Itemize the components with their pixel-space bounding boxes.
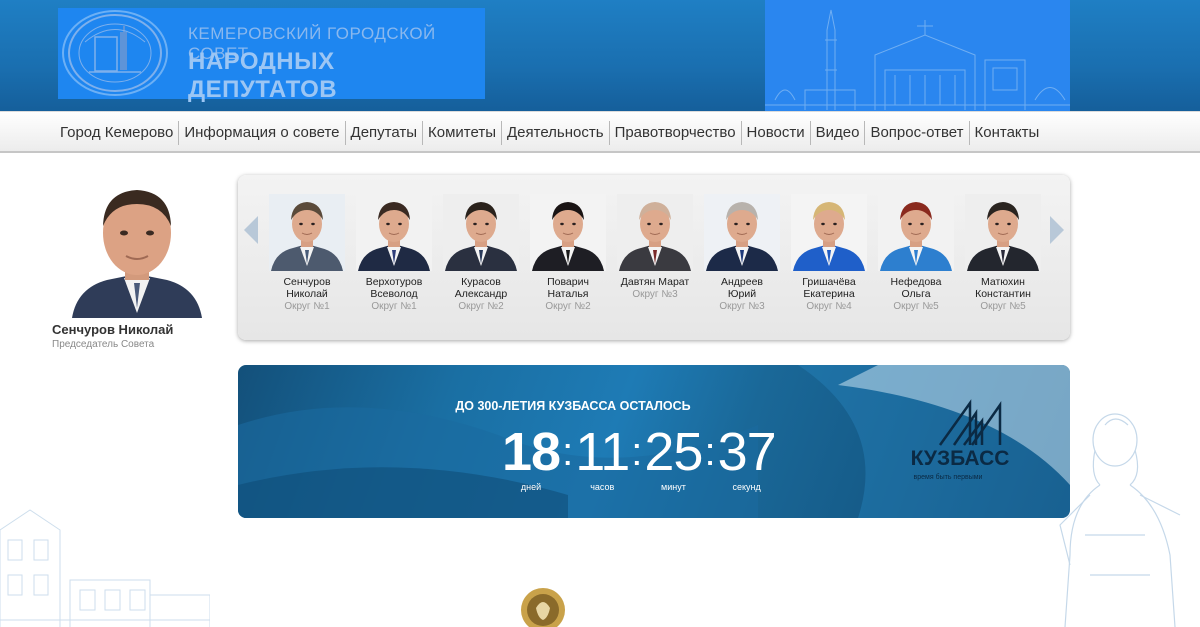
deputy-surname[interactable]: Гришачёва <box>788 276 870 288</box>
deputy-district: Округ №1 <box>284 301 330 312</box>
deputy-surname[interactable]: Андреев <box>701 276 783 288</box>
deputy-surname[interactable]: Верхотуров <box>353 276 435 288</box>
countdown-days-label: дней <box>520 482 542 492</box>
chairman-photo[interactable] <box>62 178 212 318</box>
site-header: КЕМЕРОВСКИЙ ГОРОДСКОЙ СОВЕТ НАРОДНЫХ ДЕП… <box>0 0 1200 111</box>
countdown-seconds-label: секунд <box>732 482 761 492</box>
countdown-separator: : <box>562 430 574 474</box>
countdown-minutes-value: 25 <box>644 422 703 482</box>
nav-item-about-council[interactable]: Информация о совете <box>178 121 344 145</box>
countdown-timer: 18 дней : 11 часов : 25 минут : 37 секун… <box>502 422 777 492</box>
deputy-card[interactable]: Сенчуров Николай Округ №1 <box>266 194 348 313</box>
nav-item-lawmaking[interactable]: Правотворчество <box>608 121 741 145</box>
monument-illustration <box>1059 413 1181 627</box>
deputy-district: Округ №5 <box>980 301 1026 312</box>
countdown-hours-label: часов <box>590 482 615 492</box>
council-title-line2: НАРОДНЫХ ДЕПУТАТОВ <box>188 48 338 103</box>
deputy-card[interactable]: Гришачёва Екатерина Округ №4 <box>788 194 870 313</box>
deputy-photo[interactable] <box>965 194 1041 271</box>
countdown-days: 18 дней <box>502 422 561 492</box>
site-logo[interactable]: КЕМЕРОВСКИЙ ГОРОДСКОЙ СОВЕТ НАРОДНЫХ ДЕП… <box>58 8 485 103</box>
deputy-photo[interactable] <box>878 194 954 271</box>
deputy-district: Округ №3 <box>719 301 765 312</box>
deputy-photo[interactable] <box>791 194 867 271</box>
deputy-district: Округ №5 <box>893 301 939 312</box>
countdown-minutes: 25 минут <box>644 422 703 492</box>
nav-item-contacts[interactable]: Контакты <box>968 121 1045 145</box>
deputy-surname[interactable]: Матюхин <box>962 276 1044 288</box>
deputy-photo[interactable] <box>269 194 345 271</box>
deputy-card[interactable]: Андреев Юрий Округ №3 <box>701 194 783 313</box>
kuzbass-brand: КУЗБАСС <box>911 447 1010 470</box>
deputy-firstname[interactable]: Юрий <box>701 288 783 300</box>
nav-item-activity[interactable]: Деятельность <box>501 121 609 145</box>
deputy-district: Округ №4 <box>806 301 852 312</box>
countdown-days-value: 18 <box>502 422 561 482</box>
deputy-card[interactable]: Давтян Марат Округ №3 <box>614 194 696 301</box>
nav-item-committees[interactable]: Комитеты <box>422 121 501 145</box>
city-buildings-illustration <box>0 509 210 627</box>
deputy-photo[interactable] <box>356 194 432 271</box>
deputy-district: Округ №1 <box>371 301 417 312</box>
deputy-card[interactable]: Нефедова Ольга Округ №5 <box>875 194 957 313</box>
kuzbass-slogan: время быть первыми <box>914 473 983 481</box>
deputy-firstname[interactable]: Николай <box>266 288 348 300</box>
countdown-separator: : <box>704 430 716 474</box>
chairman-name[interactable]: Сенчуров Николай <box>52 322 212 337</box>
deputy-surname[interactable]: Сенчуров <box>266 276 348 288</box>
chairman-role: Председатель Совета <box>52 339 155 350</box>
deputy-card[interactable]: Поварич Наталья Округ №2 <box>527 194 609 313</box>
coat-of-arms-icon <box>521 588 565 627</box>
main-navigation: Город Кемерово Информация о совете Депут… <box>0 111 1200 153</box>
deputy-photo[interactable] <box>704 194 780 271</box>
deputy-photo[interactable] <box>617 194 693 271</box>
deputy-firstname[interactable]: Александр <box>440 288 522 300</box>
deputy-firstname[interactable]: Всеволод <box>353 288 435 300</box>
deputy-firstname[interactable]: Наталья <box>527 288 609 300</box>
deputy-district: Округ №2 <box>458 301 504 312</box>
deputies-carousel: Сенчуров Николай Округ №1 Верхотуров Всеволо… <box>238 175 1070 340</box>
nav-item-video[interactable]: Видео <box>809 121 865 145</box>
nav-item-news[interactable]: Новости <box>740 121 810 145</box>
countdown-minutes-label: минут <box>661 482 686 492</box>
chairman-card[interactable]: Сенчуров Николай Председатель Совета <box>52 178 212 350</box>
nav-item-deputies[interactable]: Депутаты <box>344 121 423 145</box>
deputy-firstname[interactable]: Екатерина <box>788 288 870 300</box>
deputy-surname[interactable]: Поварич <box>527 276 609 288</box>
deputy-card[interactable]: Курасов Александр Округ №2 <box>440 194 522 313</box>
deputy-district: Округ №3 <box>632 289 678 300</box>
countdown-separator: : <box>631 430 643 474</box>
deputy-surname[interactable]: Давтян Марат <box>614 276 696 288</box>
nav-item-city[interactable]: Город Кемерово <box>55 121 178 145</box>
header-illustration <box>765 0 1070 111</box>
deputy-photo[interactable] <box>530 194 606 271</box>
deputy-firstname[interactable]: Ольга <box>875 288 957 300</box>
city-seal-icon <box>62 10 168 96</box>
countdown-hours-value: 11 <box>575 422 630 482</box>
countdown-title: ДО 300-ЛЕТИЯ КУЗБАССА ОСТАЛОСЬ <box>455 399 691 413</box>
deputy-district: Округ №2 <box>545 301 591 312</box>
kuzbass-logo: КУЗБАСС время быть первыми <box>911 399 1010 481</box>
countdown-hours: 11 часов <box>575 422 630 492</box>
deputy-surname[interactable]: Курасов <box>440 276 522 288</box>
deputy-surname[interactable]: Нефедова <box>875 276 957 288</box>
deputy-firstname[interactable]: Константин <box>962 288 1044 300</box>
carousel-prev-arrow-icon[interactable] <box>242 215 260 245</box>
nav-item-qa[interactable]: Вопрос-ответ <box>864 121 968 145</box>
carousel-next-arrow-icon[interactable] <box>1048 215 1066 245</box>
deputy-card[interactable]: Матюхин Константин Округ №5 <box>962 194 1044 313</box>
kuzbass-countdown-banner[interactable]: ДО 300-ЛЕТИЯ КУЗБАССА ОСТАЛОСЬ 18 дней :… <box>238 365 1070 518</box>
countdown-seconds: 37 секунд <box>717 422 777 492</box>
deputy-card[interactable]: Верхотуров Всеволод Округ №1 <box>353 194 435 313</box>
deputy-photo[interactable] <box>443 194 519 271</box>
countdown-seconds-value: 37 <box>717 422 777 482</box>
